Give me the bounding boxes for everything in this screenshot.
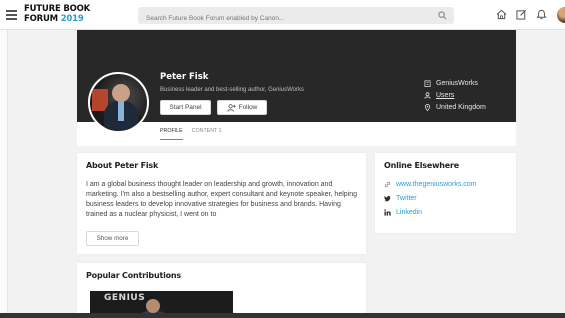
search-bar[interactable]: [138, 7, 454, 27]
users-icon: [424, 92, 431, 99]
user-avatar[interactable]: [557, 7, 565, 23]
role-link[interactable]: Users: [436, 92, 454, 99]
search-input[interactable]: [138, 10, 426, 27]
compose-icon[interactable]: [516, 9, 527, 20]
location-pin-icon: [424, 104, 431, 111]
start-panel-button[interactable]: Start Panel: [160, 100, 211, 115]
tab-profile[interactable]: PROFILE: [160, 128, 183, 140]
profile-card: Peter Fisk Business leader and best-sell…: [77, 30, 516, 146]
search-icon[interactable]: [438, 11, 447, 20]
profile-photo: [88, 72, 149, 133]
online-elsewhere-title: Online Elsewhere: [384, 161, 459, 170]
twitter-icon: [384, 195, 391, 202]
about-title: About Peter Fisk: [86, 161, 159, 170]
follow-button-label: Follow: [238, 104, 258, 111]
linkedin-link[interactable]: Linkedin: [384, 209, 422, 216]
site-logo[interactable]: FUTURE BOOK FORUM 2019: [24, 4, 90, 25]
profile-company: GeniusWorks: [424, 80, 478, 87]
profile-location: United Kingdom: [424, 104, 486, 111]
popular-contributions-card: Popular Contributions GENIUS: [77, 263, 366, 318]
show-more-button[interactable]: Show more: [86, 231, 139, 246]
logo-line-2: FORUM 2019: [24, 13, 90, 25]
follow-button[interactable]: Follow: [217, 100, 267, 115]
location-text: United Kingdom: [436, 104, 486, 111]
profile-tagline: Business leader and best-selling author,…: [160, 87, 304, 93]
linkedin-icon: [384, 209, 391, 216]
profile-role: Users: [424, 92, 454, 99]
menu-icon[interactable]: [6, 10, 17, 20]
notification-icon[interactable]: [536, 9, 547, 20]
twitter-link-label: Twitter: [396, 195, 417, 202]
add-person-icon: [226, 103, 236, 112]
linkedin-link-label: Linkedin: [396, 209, 423, 216]
left-rail: [0, 30, 8, 318]
twitter-link[interactable]: Twitter: [384, 195, 417, 202]
logo-forum-text: FORUM: [24, 13, 61, 24]
building-icon: [424, 80, 431, 87]
website-link-label: www.thegeniusworks.com: [396, 181, 477, 188]
bottom-bar: [0, 313, 565, 318]
online-elsewhere-card: Online Elsewhere www.thegeniusworks.com …: [375, 153, 516, 233]
company-text: GeniusWorks: [436, 80, 478, 87]
profile-tabs: PROFILE CONTENT 1: [160, 128, 231, 140]
home-icon[interactable]: [496, 9, 507, 20]
popular-contributions-title: Popular Contributions: [86, 271, 181, 280]
profile-name: Peter Fisk: [160, 72, 209, 82]
thumbnail-sign-text: GENIUS: [104, 293, 146, 303]
tab-content[interactable]: CONTENT 1: [192, 128, 222, 140]
logo-year: 2019: [60, 13, 84, 24]
about-text: I am a global business thought leader on…: [86, 181, 358, 218]
website-link[interactable]: www.thegeniusworks.com: [384, 181, 477, 188]
link-icon: [384, 181, 391, 188]
top-bar: FUTURE BOOK FORUM 2019: [0, 0, 565, 30]
about-card: About Peter Fisk I am a global business …: [77, 153, 366, 254]
